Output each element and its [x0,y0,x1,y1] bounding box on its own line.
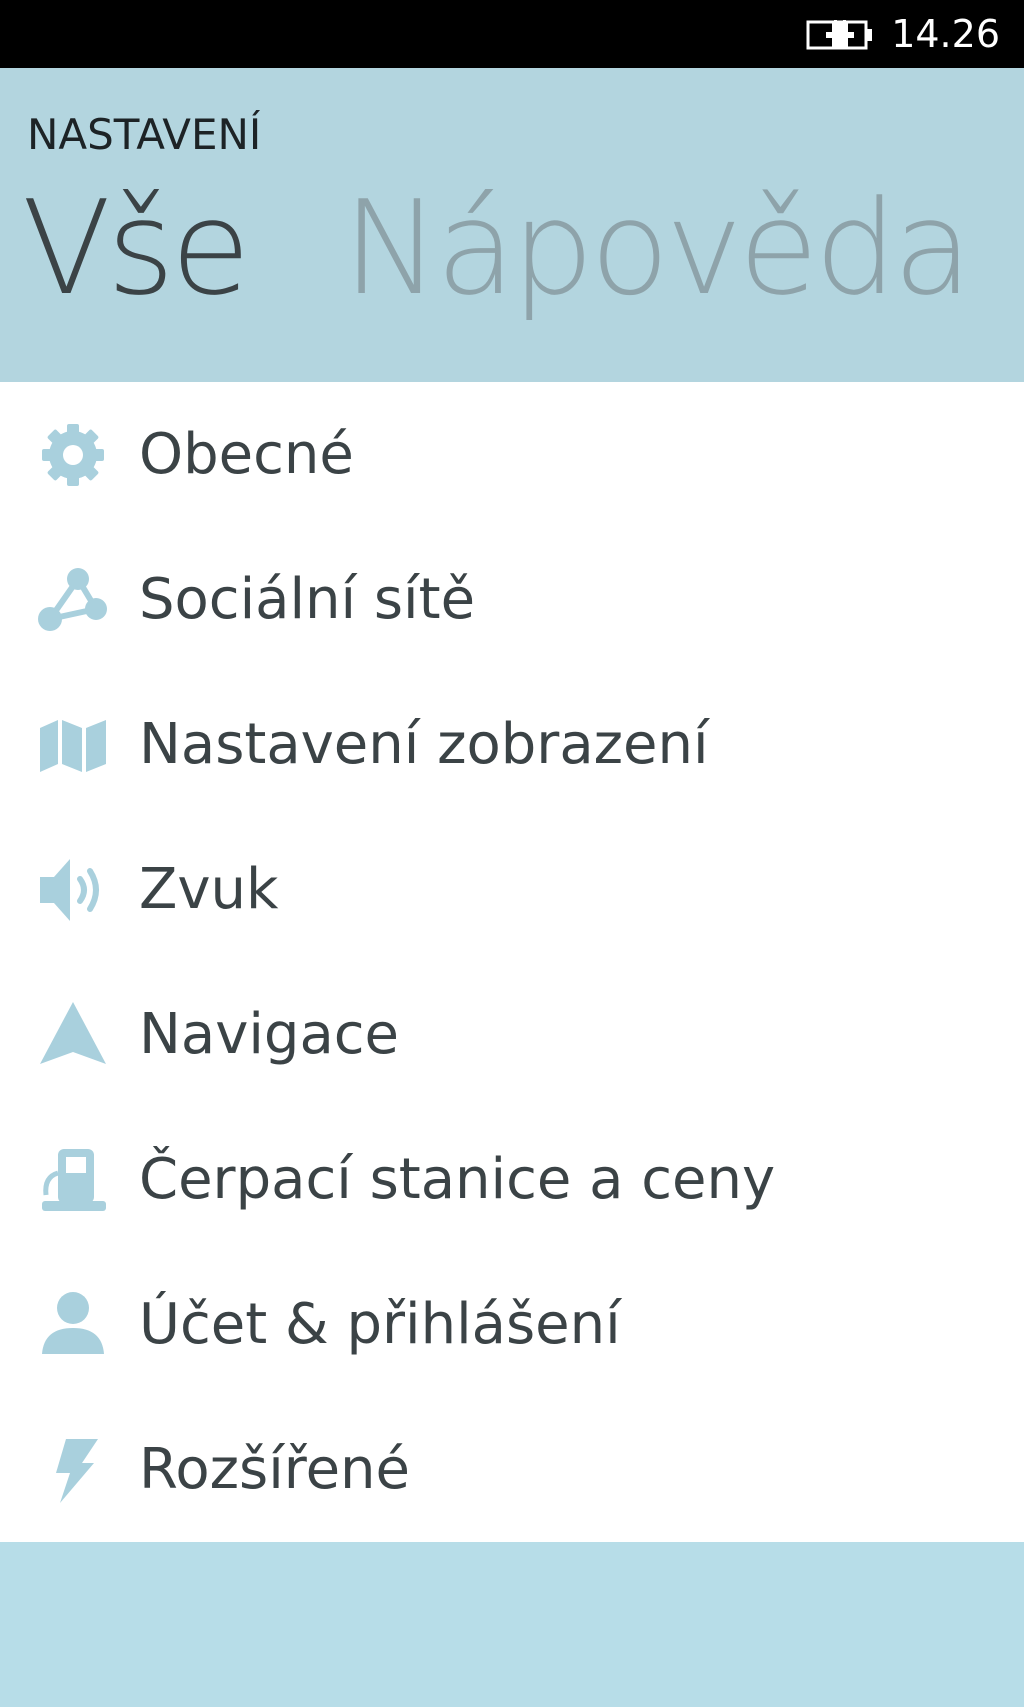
list-item-fuel-stations[interactable]: Čerpací stanice a ceny [0,1107,1024,1252]
list-item-general[interactable]: Obecné [0,382,1024,527]
map-icon [40,720,106,772]
list-item-label: Čerpací stanice a ceny [139,1147,776,1212]
list-item-label: Zvuk [139,857,279,922]
list-item-account[interactable]: Účet & přihlášení [0,1252,1024,1397]
list-item-social[interactable]: Sociální sítě [0,527,1024,672]
list-item-label: Rozšířené [139,1437,410,1502]
gear-icon [42,424,104,486]
status-bar: 14.26 [0,0,1024,68]
navigation-arrow-icon [40,1002,106,1064]
list-item-label: Navigace [139,1002,400,1067]
list-item-display-settings[interactable]: Nastavení zobrazení [0,672,1024,817]
list-item-sound[interactable]: Zvuk [0,817,1024,962]
user-icon [42,1292,104,1354]
list-item-label: Sociální sítě [139,567,476,632]
battery-charging-icon [806,20,872,50]
pivot-tabs: Vše Nápověda [22,168,973,328]
list-item-advanced[interactable]: Rozšířené [0,1397,1024,1542]
tab-help[interactable]: Nápověda [343,168,973,328]
page-title: NASTAVENÍ [27,110,262,159]
list-item-label: Nastavení zobrazení [139,712,709,777]
status-time: 14.26 [891,12,1000,56]
list-item-label: Účet & přihlášení [139,1292,621,1357]
lightning-icon [56,1439,98,1503]
tab-all[interactable]: Vše [22,168,251,328]
speaker-icon [40,859,99,921]
list-item-label: Obecné [139,422,354,487]
app-bar-area [0,1542,1024,1707]
settings-list: Obecné Sociální sítě Nastavení zobrazení… [0,382,1024,1542]
share-network-icon [38,568,107,631]
header: NASTAVENÍ Vše Nápověda [0,68,1024,382]
fuel-pump-icon [42,1149,106,1211]
list-item-navigation[interactable]: Navigace [0,962,1024,1107]
